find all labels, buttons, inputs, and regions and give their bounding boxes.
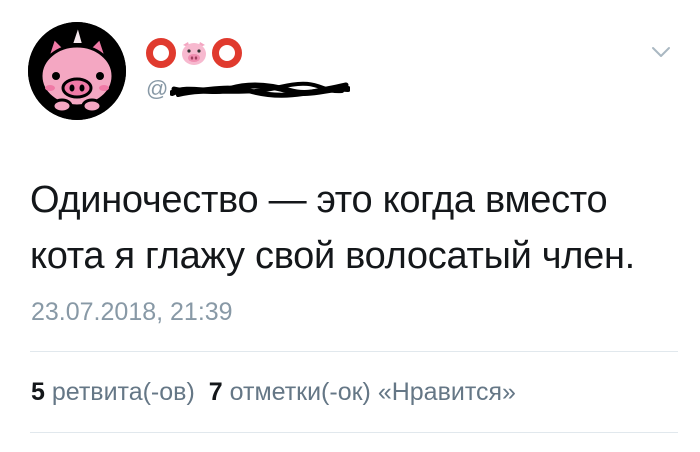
likes-label: отметки(-ок) «Нравится» [229, 378, 516, 406]
user-handle[interactable]: @ [146, 76, 351, 102]
divider [30, 351, 678, 352]
retweets-count: 5 [31, 378, 45, 406]
display-name[interactable] [146, 36, 242, 70]
likes-count: 7 [208, 378, 223, 406]
retweets-label: ретвита(-ов) [51, 378, 195, 406]
retweets-stat[interactable]: 5 ретвита(-ов) [31, 378, 195, 406]
tweet-detail: @ Одиночество — это когда вместо кота я … [0, 0, 700, 452]
red-ring-icon [212, 38, 242, 68]
likes-stat[interactable]: 7 отметки(-ок) «Нравится» [209, 378, 516, 406]
avatar[interactable] [28, 22, 126, 120]
tweet-text-line: Одиночество — это когда вместо [30, 179, 608, 221]
red-ring-icon [146, 38, 176, 68]
pig-face-icon [180, 39, 208, 67]
tweet-text: Одиночество — это когда вместо кота я гл… [30, 172, 670, 284]
handle-prefix: @ [146, 76, 169, 101]
engagement-stats: 5 ретвита(-ов) 7 отметки(-ок) «Нравится» [31, 378, 516, 407]
chevron-down-icon[interactable] [650, 44, 672, 60]
tweet-text-line: кота я глажу свой волосатый член. [30, 235, 635, 277]
timestamp[interactable]: 23.07.2018, 21:39 [31, 298, 233, 327]
unicorn-pig-icon [28, 22, 126, 120]
divider [30, 432, 678, 433]
redaction-scribble [170, 81, 351, 98]
